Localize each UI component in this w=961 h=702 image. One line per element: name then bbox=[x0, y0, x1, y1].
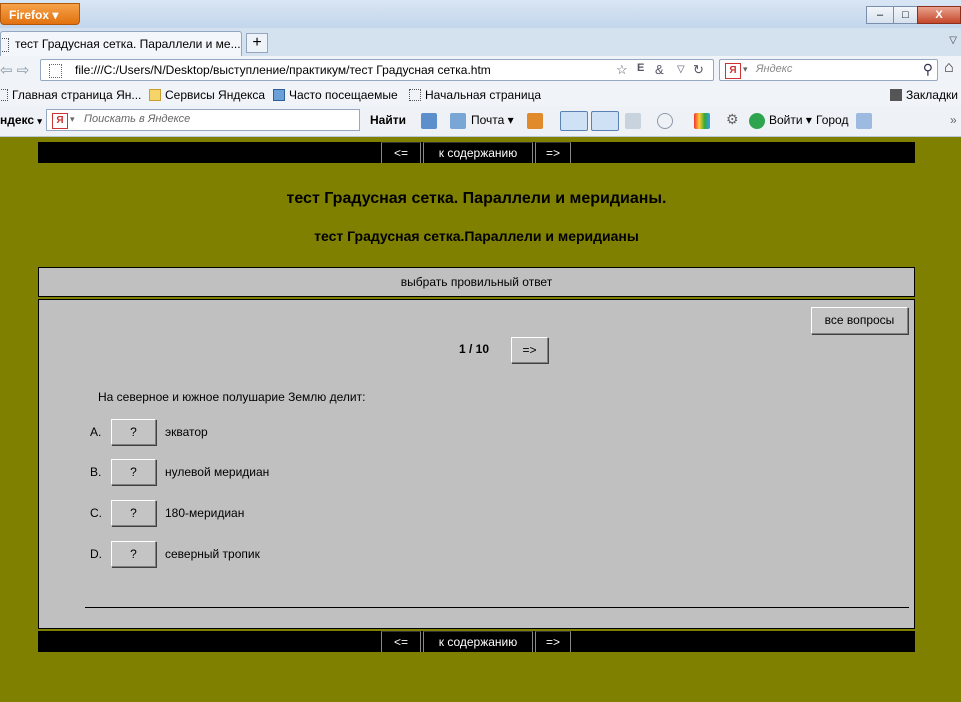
page-translate-icon[interactable] bbox=[625, 113, 641, 129]
reload-icon[interactable]: ↻ bbox=[693, 62, 704, 78]
bookmark-item[interactable]: Начальная страница bbox=[409, 88, 541, 102]
page-icon bbox=[1, 38, 9, 52]
all-questions-button[interactable]: все вопросы bbox=[811, 307, 908, 334]
prev-page-button[interactable]: <= bbox=[381, 142, 421, 163]
dropdown-arrow-icon[interactable]: ▽ bbox=[677, 64, 685, 75]
option-letter: C. bbox=[90, 506, 102, 520]
bookmark-folder[interactable]: Часто посещаемые bbox=[273, 88, 398, 102]
option-letter: A. bbox=[90, 425, 102, 439]
star-icon[interactable]: ☆ bbox=[616, 62, 628, 78]
yandex-logo-icon[interactable]: Я bbox=[725, 63, 741, 79]
answer-button-b[interactable]: ? bbox=[111, 459, 156, 485]
login-button[interactable]: Войти ▾ bbox=[769, 113, 812, 127]
yandex-brand-label: ндекс bbox=[0, 113, 35, 127]
back-forward-icon[interactable]: ⇦ ⇨ bbox=[0, 61, 29, 79]
login-icon[interactable] bbox=[749, 113, 765, 129]
page-icon bbox=[0, 89, 8, 101]
bookmark-label: Сервисы Яндекса bbox=[165, 88, 266, 102]
option-text: 180-меридиан bbox=[165, 506, 245, 520]
firefox-menu-label: Firefox bbox=[9, 8, 50, 22]
option-letter: B. bbox=[90, 465, 102, 479]
site-identity-icon[interactable] bbox=[49, 64, 62, 78]
next-page-button[interactable]: => bbox=[535, 631, 571, 652]
bookmarks-tool-icon[interactable] bbox=[527, 113, 543, 129]
question-counter: 1 / 10 bbox=[459, 342, 490, 356]
chevron-down-icon[interactable]: ▾ bbox=[70, 114, 75, 125]
find-button[interactable]: Найти bbox=[370, 113, 406, 127]
tab-title: тест Градусная сетка. Параллели и ме... bbox=[15, 37, 241, 51]
page-icon bbox=[409, 89, 421, 101]
mail-label: Почта bbox=[471, 113, 505, 127]
tab-strip: тест Градусная сетка. Параллели и ме... … bbox=[0, 28, 961, 56]
bookmark-label: Главная страница Ян... bbox=[12, 88, 142, 102]
search-bar[interactable]: Я ▾ Яндекс ⚲ bbox=[719, 59, 938, 81]
folder-icon bbox=[149, 89, 161, 101]
firefox-menu-button[interactable]: Firefox ▾ bbox=[0, 3, 80, 25]
bottom-navigation-strip: <= к содержанию => bbox=[38, 631, 915, 652]
next-page-button[interactable]: => bbox=[535, 142, 571, 163]
contents-button[interactable]: к содержанию bbox=[423, 142, 533, 163]
top-navigation-strip: <= к содержанию => bbox=[38, 142, 915, 163]
elements-icon[interactable] bbox=[694, 113, 710, 129]
bookmarks-toolbar: Главная страница Ян... Сервисы Яндекса Ч… bbox=[0, 84, 961, 107]
answer-button-c[interactable]: ? bbox=[111, 500, 156, 526]
yandex-toolbar: ндекс ▾ Я ▾ Поискать в Яндексе Найти Поч… bbox=[0, 106, 961, 137]
bookmark-label: Начальная страница bbox=[425, 88, 542, 102]
toolbar-overflow-icon[interactable]: » bbox=[950, 113, 957, 127]
translate-tool-icon[interactable] bbox=[591, 111, 619, 131]
yandex-search-placeholder[interactable]: Поискать в Яндексе bbox=[84, 113, 190, 125]
navigation-toolbar: ⇦ ⇨ file:///C:/Users/N/Desktop/выступлен… bbox=[0, 56, 961, 85]
instruction-bar: выбрать провильный ответ bbox=[38, 267, 915, 297]
yandex-brand-button[interactable]: ндекс ▾ bbox=[0, 113, 42, 127]
window-title-bar: Firefox ▾ – □ X bbox=[0, 0, 961, 28]
url-text[interactable]: file:///C:/Users/N/Desktop/выступление/п… bbox=[75, 63, 491, 77]
list-all-tabs-icon[interactable]: ▽ bbox=[949, 35, 957, 46]
login-label: Войти bbox=[769, 113, 803, 127]
yandex-search-input[interactable]: Я ▾ Поискать в Яндексе bbox=[46, 109, 360, 131]
new-tab-button[interactable]: + bbox=[246, 33, 268, 53]
question-panel: все вопросы 1 / 10 => На северное и южно… bbox=[38, 299, 915, 629]
spellcheck-icon[interactable] bbox=[560, 111, 588, 131]
chat-icon[interactable] bbox=[657, 113, 673, 129]
bookmarks-menu-label: Закладки bbox=[906, 88, 958, 102]
star-icon bbox=[890, 89, 902, 101]
search-engine-dropdown-icon[interactable]: ▾ bbox=[743, 64, 748, 75]
next-question-button[interactable]: => bbox=[511, 337, 548, 363]
option-text: северный тропик bbox=[165, 547, 260, 561]
mail-button[interactable]: Почта ▾ bbox=[471, 113, 514, 127]
option-text: экватор bbox=[165, 425, 208, 439]
page-subtitle: тест Градусная сетка.Параллели и меридиа… bbox=[314, 228, 639, 244]
close-window-button[interactable]: X bbox=[917, 6, 961, 24]
url-bar[interactable]: file:///C:/Users/N/Desktop/выступление/п… bbox=[40, 59, 714, 81]
contents-button[interactable]: к содержанию bbox=[423, 631, 533, 652]
prev-page-button[interactable]: <= bbox=[381, 631, 421, 652]
mail-icon[interactable] bbox=[450, 113, 466, 129]
tab-active[interactable]: тест Градусная сетка. Параллели и ме... bbox=[0, 31, 242, 56]
city-button[interactable]: Город bbox=[816, 113, 848, 127]
question-text: На северное и южное полушарие Землю дели… bbox=[98, 390, 366, 404]
search-placeholder[interactable]: Яндекс bbox=[756, 63, 792, 75]
weather-icon[interactable] bbox=[856, 113, 872, 129]
bookmark-item[interactable]: Главная страница Ян... bbox=[0, 88, 141, 102]
bookmark-folder[interactable]: Сервисы Яндекса bbox=[149, 88, 265, 102]
maximize-button[interactable]: □ bbox=[893, 6, 918, 24]
bookmarks-menu-button[interactable]: Закладки bbox=[890, 88, 958, 102]
yandex-tool-icon[interactable] bbox=[421, 113, 437, 129]
option-text: нулевой меридиан bbox=[165, 465, 270, 479]
divider bbox=[85, 607, 909, 608]
answer-button-a[interactable]: ? bbox=[111, 419, 156, 445]
chevron-down-icon: ▾ bbox=[37, 116, 42, 126]
translate-icon[interactable]: E bbox=[637, 62, 644, 74]
search-icon[interactable]: ⚲ bbox=[923, 61, 933, 78]
gear-icon[interactable]: ⚙ bbox=[726, 111, 742, 127]
yandex-logo-icon: Я bbox=[52, 113, 68, 129]
home-icon[interactable]: ⌂ bbox=[944, 59, 954, 77]
answer-button-d[interactable]: ? bbox=[111, 541, 156, 567]
minimize-button[interactable]: – bbox=[866, 6, 894, 24]
option-letter: D. bbox=[90, 547, 102, 561]
ampersand-icon[interactable]: & bbox=[655, 62, 664, 77]
bookmark-label: Часто посещаемые bbox=[289, 88, 398, 102]
smart-folder-icon bbox=[273, 89, 285, 101]
page-title: тест Градусная сетка. Параллели и мериди… bbox=[286, 190, 667, 207]
